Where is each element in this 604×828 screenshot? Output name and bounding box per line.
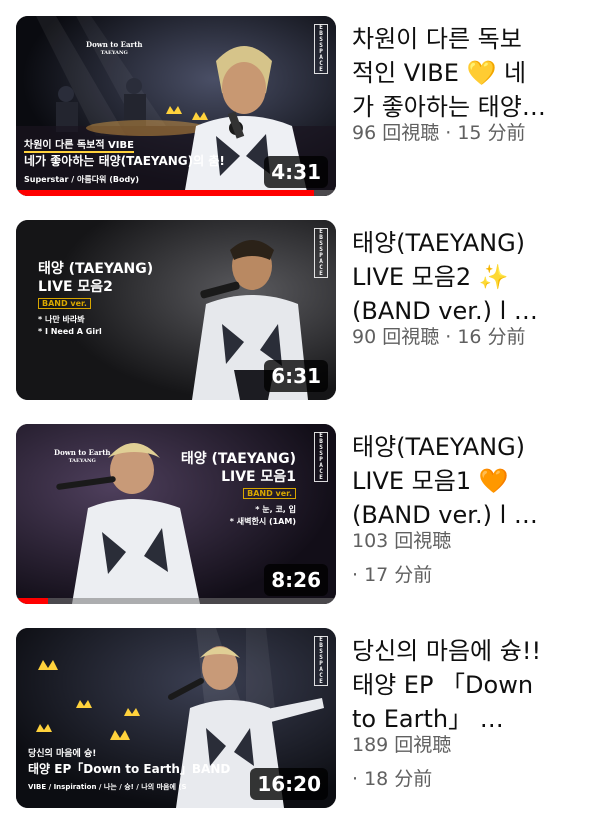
ebs-space-logo: EBSSPACE bbox=[314, 636, 328, 686]
title-line: LIVE 모음1 🧡 bbox=[352, 467, 509, 495]
thumbnail-title: 태양 (TAEYANG) LIVE 모음1 bbox=[180, 451, 296, 485]
title-line: 적인 VIBE 💛 네 bbox=[352, 59, 527, 87]
thumbnail-caption: 차원이 다른 독보적 VIBE bbox=[24, 140, 134, 153]
thumbnail-footer: Superstar / 아름다워 (Body) bbox=[24, 175, 140, 184]
video-item[interactable]: 태양 (TAEYANG) LIVE 모음2 BAND ver. * 나만 바라봐… bbox=[0, 220, 604, 420]
video-meta: 189 回視聴 · 18 分前 bbox=[352, 732, 592, 792]
video-meta: 90 回視聴 · 16 分前 bbox=[352, 324, 592, 350]
thumbnail-badge: BAND ver. bbox=[243, 488, 296, 499]
thumbnail-headline: 네가 좋아하는 태양(TAEYANG)의 춤! bbox=[24, 154, 225, 168]
view-count: 96 回視聴 bbox=[352, 122, 440, 144]
video-title[interactable]: 태양(TAEYANG) LIVE 모음1 🧡 (BAND ver.) l … bbox=[352, 430, 592, 532]
thumbnail-headline: 태양 EP「Down to Earth」BAND bbox=[28, 762, 231, 776]
meta-separator: · bbox=[352, 768, 365, 790]
view-count: 90 回視聴 bbox=[352, 326, 440, 348]
video-title[interactable]: 태양(TAEYANG) LIVE 모음2 ✨ (BAND ver.) l … bbox=[352, 226, 592, 328]
title-line: 태양(TAEYANG) bbox=[352, 229, 526, 257]
thumbnail-footer: VIBE / Inspiration / 나는 / 슝! / 나의 마음에 (S bbox=[28, 783, 187, 791]
title-line: (BAND ver.) l … bbox=[352, 297, 538, 325]
video-thumbnail[interactable]: 당신의 마음에 슝! 태양 EP「Down to Earth」BAND VIBE… bbox=[16, 628, 336, 808]
ebs-space-logo: EBSSPACE bbox=[314, 24, 328, 74]
watch-progress-fill bbox=[16, 190, 314, 196]
watch-progress bbox=[16, 598, 336, 604]
video-item[interactable]: 당신의 마음에 슝! 태양 EP「Down to Earth」BAND VIBE… bbox=[0, 628, 604, 828]
title-line: 가 좋아하는 태양… bbox=[352, 93, 546, 121]
thumbnail-setlist: * 눈, 코, 입 * 새벽한시 (1AM) bbox=[229, 505, 296, 526]
title-line: 태양(TAEYANG) bbox=[352, 433, 526, 461]
upload-age: 15 分前 bbox=[457, 122, 526, 144]
duration-badge: 4:31 bbox=[264, 156, 328, 188]
title-line: 당신의 마음에 슝!! bbox=[352, 637, 542, 665]
upload-age: 17 分前 bbox=[364, 564, 433, 586]
video-thumbnail[interactable]: Down to Earth TAEYANG 차원이 다른 독보적 VIBE 네가… bbox=[16, 16, 336, 196]
video-title[interactable]: 차원이 다른 독보 적인 VIBE 💛 네 가 좋아하는 태양… bbox=[352, 22, 592, 124]
view-count: 189 回視聴 bbox=[352, 734, 452, 756]
video-item[interactable]: Down to Earth TAEYANG 태양 (TAEYANG) LIVE … bbox=[0, 424, 604, 624]
video-thumbnail[interactable]: 태양 (TAEYANG) LIVE 모음2 BAND ver. * 나만 바라봐… bbox=[16, 220, 336, 400]
thumbnail-title: 태양 (TAEYANG) LIVE 모음2 bbox=[38, 261, 154, 295]
thumbnail-logo: Down to Earth TAEYANG bbox=[54, 448, 111, 464]
title-line: 태양 EP 「Down bbox=[352, 671, 534, 699]
video-meta: 103 回視聴 · 17 分前 bbox=[352, 528, 592, 588]
title-line: LIVE 모음2 ✨ bbox=[352, 263, 509, 291]
thumbnail-caption: 당신의 마음에 슝! bbox=[28, 749, 97, 759]
watch-progress-fill bbox=[16, 598, 48, 604]
duration-badge: 6:31 bbox=[264, 360, 328, 392]
meta-separator: · bbox=[439, 122, 458, 144]
video-thumbnail[interactable]: Down to Earth TAEYANG 태양 (TAEYANG) LIVE … bbox=[16, 424, 336, 604]
thumbnail-logo: Down to Earth TAEYANG bbox=[86, 40, 143, 56]
meta-separator: · bbox=[439, 326, 458, 348]
duration-badge: 8:26 bbox=[264, 564, 328, 596]
title-line: to Earth」 … bbox=[352, 705, 504, 733]
ebs-space-logo: EBSSPACE bbox=[314, 432, 328, 482]
thumbnail-setlist: * 나만 바라봐 * I Need A Girl bbox=[38, 315, 102, 336]
duration-badge: 16:20 bbox=[250, 768, 328, 800]
watch-progress bbox=[16, 190, 336, 196]
upload-age: 18 分前 bbox=[364, 768, 433, 790]
video-meta: 96 回視聴 · 15 分前 bbox=[352, 120, 592, 146]
upload-age: 16 分前 bbox=[457, 326, 526, 348]
meta-separator: · bbox=[352, 564, 365, 586]
title-line: (BAND ver.) l … bbox=[352, 501, 538, 529]
video-item[interactable]: Down to Earth TAEYANG 차원이 다른 독보적 VIBE 네가… bbox=[0, 16, 604, 216]
ebs-space-logo: EBSSPACE bbox=[314, 228, 328, 278]
video-title[interactable]: 당신의 마음에 슝!! 태양 EP 「Down to Earth」 … bbox=[352, 634, 592, 736]
view-count: 103 回視聴 bbox=[352, 530, 452, 552]
thumbnail-badge: BAND ver. bbox=[38, 298, 91, 309]
title-line: 차원이 다른 독보 bbox=[352, 25, 522, 53]
